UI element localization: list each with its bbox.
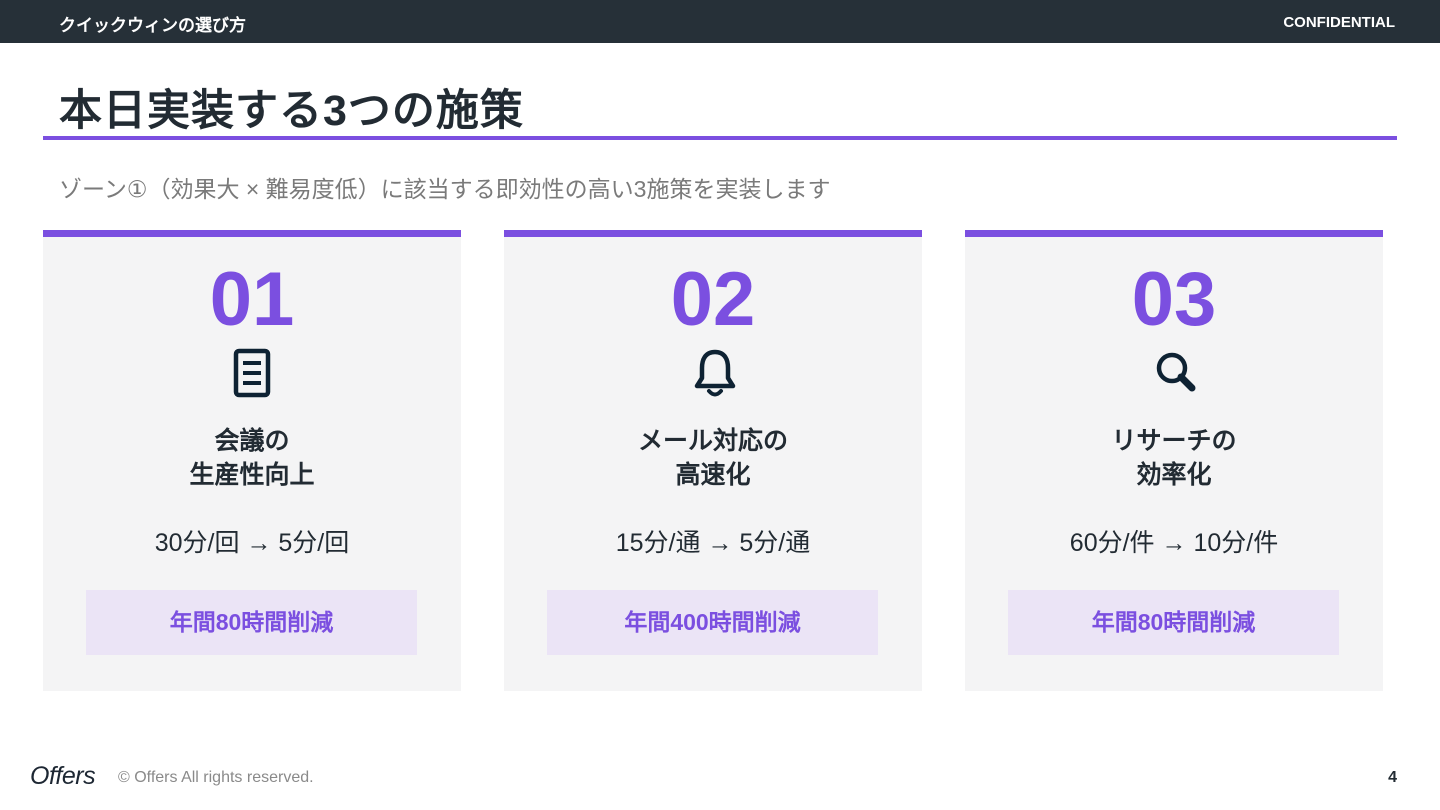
card-badge: 年間80時間削減: [86, 590, 417, 655]
confidential-label: CONFIDENTIAL: [1283, 14, 1395, 31]
card-title-line1: メール対応の: [637, 427, 788, 455]
document-icon: [232, 348, 272, 400]
bell-icon: [693, 348, 736, 400]
card-title-line1: リサーチの: [1111, 427, 1237, 455]
card-title: 会議の 生産性向上: [43, 424, 461, 492]
card-title-line1: 会議の: [214, 427, 290, 455]
card-metric: 15分/通 → 5分/通: [615, 529, 811, 557]
title-divider: [43, 136, 1397, 140]
page-number: 4: [1388, 769, 1397, 786]
page-subtitle: ゾーン①（効果大 × 難易度低）に該当する即効性の高い3施策を実装します: [59, 176, 831, 202]
copyright-text: © Offers All rights reserved.: [118, 769, 314, 786]
card-badge: 年間80時間削減: [1008, 590, 1339, 655]
card-number: 03: [1131, 257, 1217, 342]
card-title-line2: 生産性向上: [189, 461, 315, 489]
measure-card-2: 02 メール対応の 高速化 15分/通 → 5分/通 年間400時間削減: [504, 230, 922, 691]
card-title-line2: 効率化: [1136, 461, 1212, 489]
top-bar: クイックウィンの選び方 CONFIDENTIAL: [0, 0, 1440, 43]
section-label: クイックウィンの選び方: [59, 16, 246, 35]
search-icon: [1154, 348, 1196, 400]
measure-card-1: 01 会議の 生産性向上 30分/回 → 5分/回 年間80時間削減: [43, 230, 461, 691]
card-accent-bar: [43, 230, 461, 237]
card-title-line2: 高速化: [675, 461, 751, 489]
card-accent-bar: [965, 230, 1383, 237]
card-metric: 60分/件 → 10分/件: [1069, 529, 1279, 557]
card-metric: 30分/回 → 5分/回: [154, 529, 350, 557]
page-title: 本日実装する3つの施策: [59, 87, 524, 135]
card-badge-label: 年間80時間削減: [169, 609, 334, 635]
card-title: メール対応の 高速化: [504, 424, 922, 492]
measure-card-3: 03 リサーチの 効率化 60分/件 → 10分/件 年間80時間削減: [965, 230, 1383, 691]
card-badge: 年間400時間削減: [547, 590, 878, 655]
brand-logo: Offers: [30, 762, 96, 790]
card-accent-bar: [504, 230, 922, 237]
card-number: 01: [209, 257, 295, 342]
card-badge-label: 年間80時間削減: [1091, 609, 1256, 635]
card-number: 02: [670, 257, 756, 342]
card-title: リサーチの 効率化: [965, 424, 1383, 492]
card-badge-label: 年間400時間削減: [624, 609, 801, 635]
